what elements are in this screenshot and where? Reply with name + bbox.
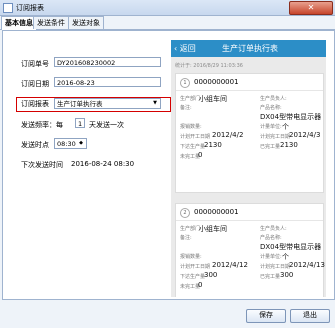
frequency-field[interactable]: 1 — [75, 118, 85, 128]
card-order-no: 0000000001 — [194, 208, 239, 216]
start-key: 计划开工日期 — [180, 134, 211, 140]
order-no-field[interactable]: DY201608230002 — [54, 57, 161, 67]
card-order-no: 0000000001 — [194, 78, 239, 86]
spinner-icon: ◆ — [79, 140, 83, 146]
card-index: 2 — [180, 208, 190, 218]
frequency-unit: 天发送一次 — [89, 121, 124, 129]
save-button[interactable]: 保存 — [246, 309, 286, 323]
send-time-label: 发送时点 — [21, 141, 49, 149]
end-value: 2012/4/13 — [289, 261, 325, 269]
exit-button[interactable]: 退出 — [290, 309, 330, 323]
tab-content: 订阅单号 DY201608230002 订阅日期 2016-08-23 订阅报表… — [2, 30, 335, 300]
card-index: 1 — [180, 78, 190, 88]
end-key: 计划完工日期 — [260, 264, 291, 270]
owner-key: 生产员负人: — [260, 96, 287, 102]
stat-time: 统计于: 2016/8/29 11:03:36 — [175, 63, 243, 69]
owner-key: 生产员负人: — [260, 226, 287, 232]
back-button[interactable]: ‹ 返回 — [174, 43, 196, 54]
tab-send-conditions[interactable]: 发送条件 — [33, 16, 69, 29]
report-select-value: 生产订单执行表 — [57, 100, 103, 108]
card-divider — [176, 220, 323, 221]
tab-send-recipients[interactable]: 发送对象 — [68, 16, 104, 29]
title-bar: 订阅报表 ✕ — [0, 0, 335, 16]
send-time-value: 08:30 — [57, 140, 76, 148]
end-key: 计划完工日期 — [260, 134, 291, 140]
next-send-value: 2016-08-24 08:30 — [71, 160, 135, 168]
remark-key: 备注: — [180, 235, 192, 241]
order-date-label: 订阅日期 — [21, 80, 49, 88]
end-value: 2012/4/3 — [289, 131, 321, 139]
preview-header: ‹ 返回 生产订单执行表 — [171, 40, 326, 57]
subscription-form: 订阅单号 DY201608230002 订阅日期 2016-08-23 订阅报表… — [9, 39, 171, 289]
unit-value: 个 — [282, 123, 289, 131]
close-button[interactable]: ✕ — [289, 1, 333, 15]
report-select[interactable]: 生产订单执行表 ▼ — [54, 98, 161, 109]
report-preview-panel: ‹ 返回 生产订单执行表 统计于: 2016/8/29 11:03:36 1 0… — [171, 40, 326, 297]
tab-basic-info[interactable]: 基本信息 — [1, 16, 37, 30]
unit-key: 计量单位: — [260, 124, 282, 130]
issued-key: 下达生产量 — [180, 144, 206, 150]
dept-value: 小组车间 — [199, 225, 227, 233]
product-key: 产品名称: — [260, 235, 282, 241]
todo-key: 未完工量 — [180, 154, 201, 160]
done-key: 已完工量 — [260, 274, 281, 280]
issued-key: 下达生产量 — [180, 274, 206, 280]
product-key: 产品名称: — [260, 105, 282, 111]
report-subscription-window: 订阅报表 ✕ 基本信息 发送条件 发送对象 订阅单号 DY20160823000… — [0, 0, 335, 328]
plan-qty-key: 报销数量: — [180, 124, 202, 130]
frequency-label: 发送频率：每 — [21, 121, 63, 129]
product-value: DX04型带电显示器 — [260, 113, 322, 121]
plan-qty-key: 报销数量: — [180, 254, 202, 260]
dept-key: 生产部门 — [180, 226, 201, 232]
preview-title: 生产订单执行表 — [222, 44, 278, 53]
order-card: 1 0000000001 生产部门 小组车间 生产员负人: 备注: 产品名称: … — [175, 73, 324, 193]
report-label: 订阅报表 — [21, 100, 49, 108]
done-key: 已完工量 — [260, 144, 281, 150]
todo-value: 0 — [198, 151, 203, 159]
unit-key: 计量单位: — [260, 254, 282, 260]
order-no-label: 订阅单号 — [21, 60, 49, 68]
tab-strip: 基本信息 发送条件 发送对象 — [0, 15, 335, 30]
remark-key: 备注: — [180, 105, 192, 111]
send-time-spinner[interactable]: 08:30 ◆ — [54, 138, 87, 149]
order-card: 2 0000000001 生产部门 小组车间 生产员负人: 备注: 产品名称: … — [175, 203, 325, 297]
todo-key: 未完工量 — [180, 284, 201, 290]
next-send-label: 下次发送时间 — [21, 161, 63, 169]
unit-value: 个 — [282, 253, 289, 261]
issued-value: 2130 — [204, 141, 222, 149]
order-date-field[interactable]: 2016-08-23 — [54, 77, 161, 87]
card-divider — [176, 90, 323, 91]
start-key: 计划开工日期 — [180, 264, 211, 270]
chevron-down-icon: ▼ — [153, 100, 157, 106]
product-value: DX04型带电显示器 — [260, 243, 322, 251]
issued-value: 300 — [204, 271, 218, 279]
todo-value: 0 — [198, 281, 203, 289]
start-value: 2012/4/2 — [212, 131, 244, 139]
back-label: 返回 — [179, 44, 196, 53]
done-value: 300 — [280, 271, 294, 279]
dept-value: 小组车间 — [199, 95, 227, 103]
window-title: 订阅报表 — [16, 4, 44, 12]
start-value: 2012/4/12 — [212, 261, 248, 269]
app-icon — [3, 3, 13, 13]
done-value: 2130 — [280, 141, 298, 149]
dept-key: 生产部门 — [180, 96, 201, 102]
